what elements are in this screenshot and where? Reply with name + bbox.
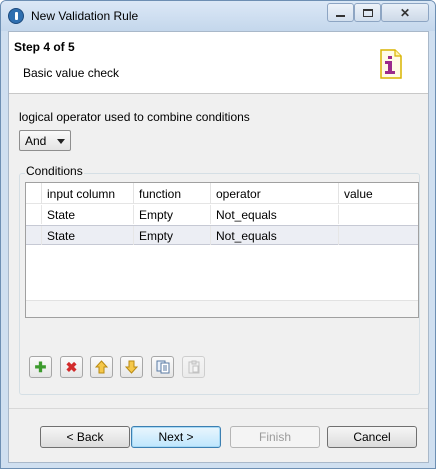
cancel-button[interactable]: Cancel [327, 426, 417, 448]
add-condition-button[interactable]: ✚ [29, 356, 52, 378]
delete-x-icon: ✖ [65, 359, 78, 375]
column-header-blank [26, 183, 42, 204]
conditions-table: input column function operator value Sta… [25, 182, 419, 318]
cell-function[interactable]: Empty [134, 226, 211, 245]
cell-operator[interactable]: Not_equals [211, 226, 339, 245]
cell-input-column[interactable]: State [42, 205, 134, 224]
operator-label: logical operator used to combine conditi… [19, 110, 250, 124]
row-marker [26, 226, 42, 245]
cell-value[interactable] [339, 205, 418, 224]
column-header-value[interactable]: value [339, 183, 418, 204]
app-icon [8, 8, 24, 24]
table-row[interactable]: State Empty Not_equals [26, 225, 418, 245]
table-header: input column function operator value [26, 183, 418, 204]
operator-select[interactable]: And [19, 130, 71, 151]
back-button[interactable]: < Back [40, 426, 130, 448]
row-marker [26, 205, 42, 224]
arrow-up-icon [95, 360, 108, 374]
step-title: Step 4 of 5 [14, 40, 75, 54]
close-icon: ✕ [399, 5, 411, 20]
column-header-operator[interactable]: operator [211, 183, 339, 204]
new-validation-rule-dialog: New Validation Rule ✕ Step 4 of 5 Basic … [0, 0, 436, 469]
minimize-button[interactable] [327, 3, 354, 22]
arrow-down-icon [125, 360, 138, 374]
chevron-down-icon [57, 139, 65, 144]
window-title: New Validation Rule [31, 9, 139, 23]
column-header-function[interactable]: function [134, 183, 211, 204]
title-bar[interactable]: New Validation Rule ✕ [1, 1, 435, 31]
footer-separator [9, 408, 428, 409]
cell-function[interactable]: Empty [134, 205, 211, 224]
copy-icon [156, 360, 169, 374]
wizard-body: Step 4 of 5 Basic value check logical op… [8, 31, 429, 463]
step-description: Basic value check [23, 66, 120, 80]
cell-value[interactable] [339, 226, 418, 245]
copy-button[interactable] [151, 356, 174, 378]
column-header-input-column[interactable]: input column [42, 183, 134, 204]
wizard-header: Step 4 of 5 Basic value check [9, 32, 428, 94]
table-row[interactable]: State Empty Not_equals [26, 205, 418, 225]
horizontal-scrollbar[interactable] [26, 300, 418, 317]
move-up-button[interactable] [90, 356, 113, 378]
paste-button[interactable] [182, 356, 205, 378]
delete-condition-button[interactable]: ✖ [60, 356, 83, 378]
minimize-icon [336, 14, 345, 17]
move-down-button[interactable] [120, 356, 143, 378]
cell-operator[interactable]: Not_equals [211, 205, 339, 224]
maximize-icon [362, 8, 373, 17]
finish-button[interactable]: Finish [230, 426, 320, 448]
maximize-button[interactable] [354, 3, 381, 22]
paste-icon [188, 360, 199, 374]
cell-input-column[interactable]: State [42, 226, 134, 245]
plus-icon: ✚ [34, 359, 47, 375]
operator-select-value: And [25, 134, 47, 148]
close-button[interactable]: ✕ [381, 3, 429, 22]
validation-rule-icon [380, 49, 402, 79]
conditions-label: Conditions [25, 164, 84, 178]
next-button[interactable]: Next > [131, 426, 221, 448]
